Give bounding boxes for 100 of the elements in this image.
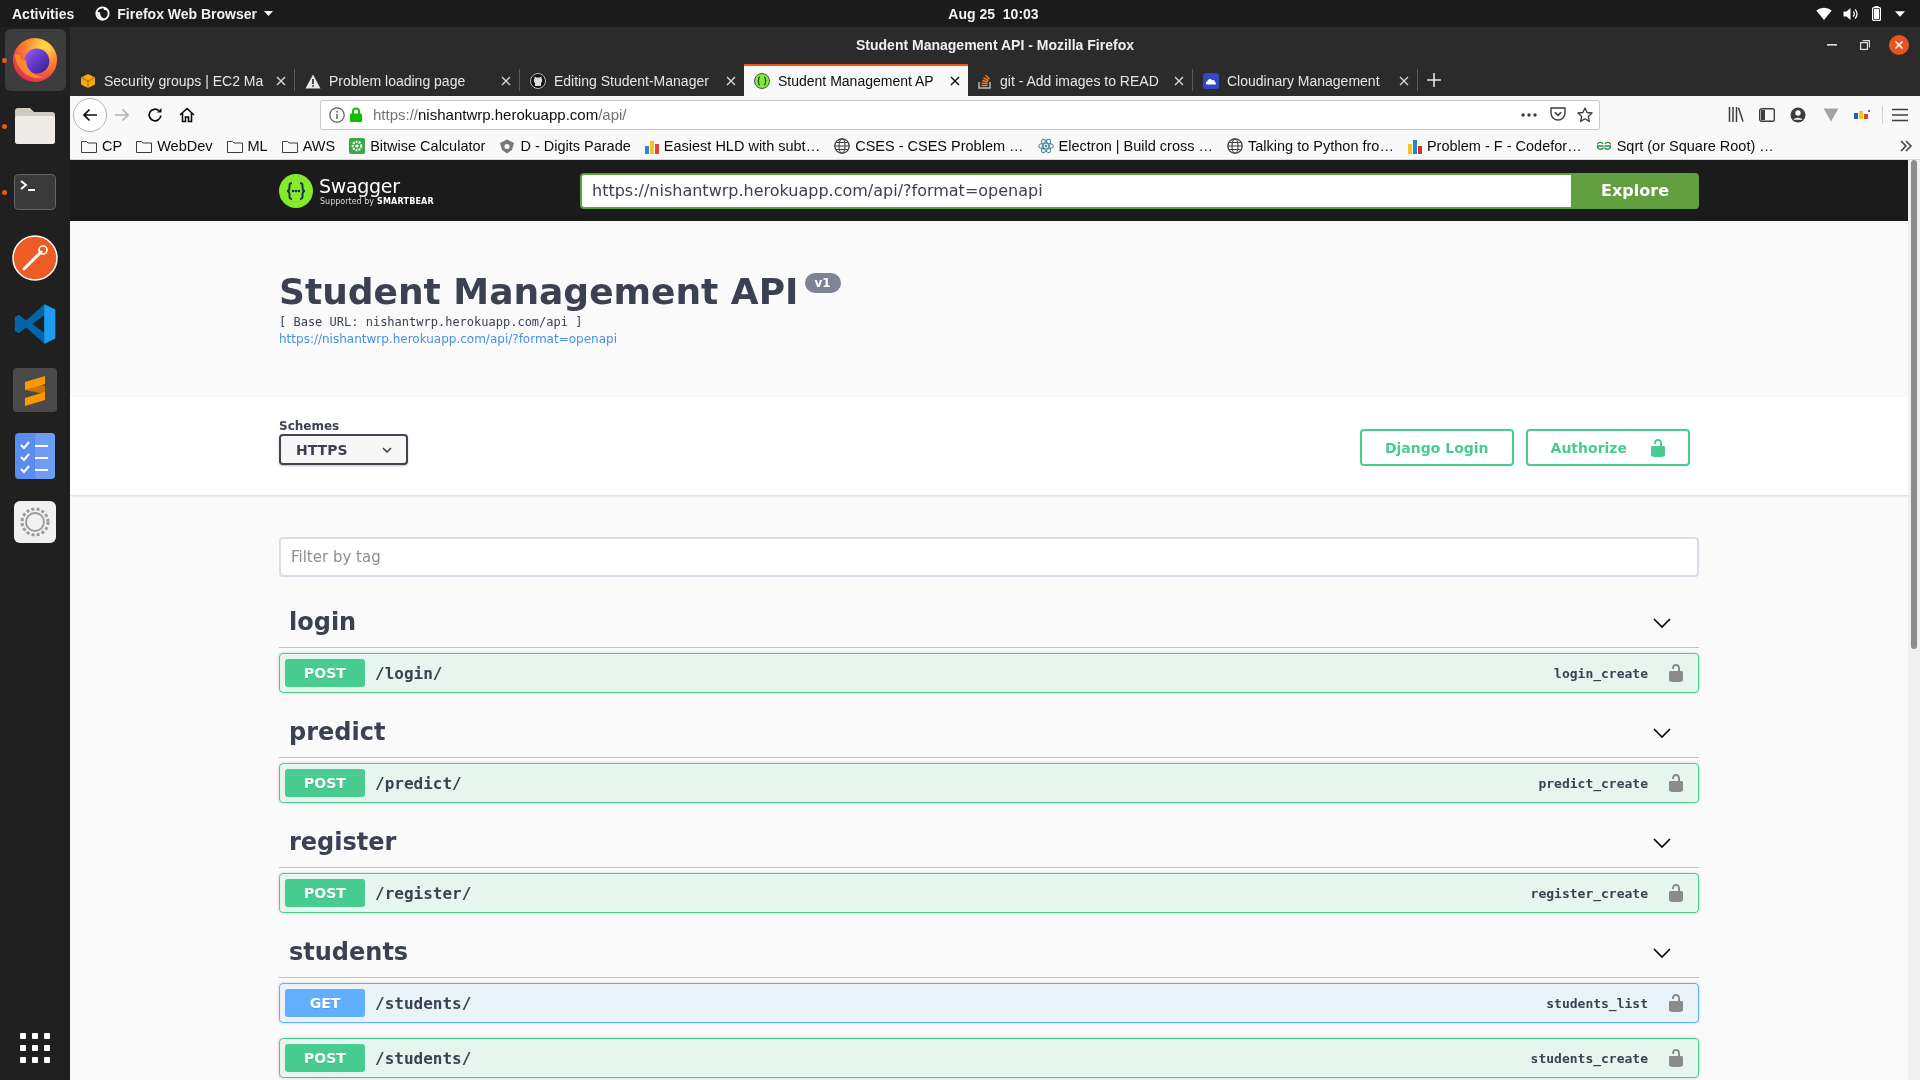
battery-icon[interactable]	[1872, 6, 1881, 21]
more-icon[interactable]	[1521, 112, 1537, 117]
operation-path: /students/	[374, 993, 473, 1013]
chevron-down-icon[interactable]	[1653, 727, 1671, 738]
chevron-down-icon[interactable]	[1653, 947, 1671, 958]
caret-icon	[264, 11, 274, 16]
color-bars-icon[interactable]	[1854, 109, 1870, 120]
browser-tab[interactable]: Editing Student-Manager	[520, 64, 744, 96]
bookmark-folder[interactable]: CP	[81, 138, 123, 154]
unlocked-padlock-icon[interactable]	[1669, 664, 1683, 682]
volume-icon[interactable]	[1843, 6, 1859, 21]
browser-tab[interactable]: Problem loading page	[295, 64, 519, 96]
method-badge: POST	[285, 769, 365, 797]
schemes-select[interactable]: HTTPS	[279, 434, 408, 465]
bookmark-item[interactable]: Problem - F - Codefor…	[1407, 138, 1582, 154]
ribbon-icon	[13, 302, 57, 346]
browser-tab[interactable]: git - Add images to READ	[968, 64, 1192, 96]
info-icon[interactable]	[329, 106, 345, 123]
atom-icon	[1037, 138, 1054, 154]
cat-circle-icon	[530, 73, 546, 89]
home-icon[interactable]	[179, 106, 195, 123]
folder-icon	[81, 139, 97, 153]
operation-row[interactable]: POST /students/ students_create	[279, 1038, 1699, 1078]
sidebar-icon[interactable]	[1759, 107, 1775, 122]
operation-row[interactable]: POST /predict/ predict_create	[279, 763, 1699, 803]
browser-tab[interactable]: Student Management AP	[744, 64, 968, 96]
method-badge: POST	[285, 879, 365, 907]
unlocked-padlock-icon[interactable]	[1669, 994, 1683, 1012]
chevron-down-icon[interactable]	[1653, 837, 1671, 848]
spec-url-field[interactable]: https://nishantwrp.herokuapp.com/api/?format=openapi	[580, 172, 1572, 209]
star-icon[interactable]	[1577, 106, 1593, 123]
bookmark-item[interactable]: Electron | Build cross …	[1037, 138, 1214, 154]
tag-title[interactable]: register	[289, 828, 397, 857]
unlocked-padlock-icon[interactable]	[1669, 1049, 1683, 1067]
operation-row[interactable]: POST /login/ login_create	[279, 653, 1699, 693]
unlocked-padlock-icon[interactable]	[1669, 884, 1683, 902]
browser-tab[interactable]: Cloudinary Management	[1193, 64, 1417, 96]
settings-icon	[14, 501, 56, 543]
chevron-down-icon	[382, 446, 392, 453]
method-badge: POST	[285, 1044, 365, 1072]
bookmark-folder[interactable]: ML	[226, 138, 268, 154]
close-icon[interactable]	[1889, 34, 1909, 55]
cloud-icon	[1203, 73, 1219, 89]
caret-icon[interactable]	[1895, 10, 1905, 17]
bookmark-folder[interactable]: WebDev	[136, 138, 213, 154]
operation-row[interactable]: POST /register/ register_create	[279, 873, 1699, 913]
wifi-icon[interactable]	[1816, 7, 1832, 20]
unlocked-padlock-icon[interactable]	[1669, 774, 1683, 792]
operation-id: students_list	[1546, 995, 1648, 1011]
tag-title[interactable]: students	[289, 938, 409, 967]
pen-disc-icon	[12, 235, 58, 281]
loops-icon	[1595, 141, 1612, 151]
bookmark-item[interactable]: Talking to Python fro…	[1227, 138, 1394, 154]
stripes-tile-icon	[13, 368, 57, 412]
unlocked-padlock-icon	[1651, 438, 1665, 457]
operation-id: predict_create	[1538, 775, 1648, 791]
operation-id: students_create	[1530, 1050, 1648, 1066]
bookmark-item[interactable]: D - Digits Parade	[499, 138, 631, 154]
terminal-icon	[14, 174, 56, 210]
tag-title[interactable]: predict	[289, 718, 386, 747]
close-icon[interactable]	[950, 76, 960, 86]
maximize-icon[interactable]	[1860, 39, 1870, 50]
braces-disc-icon	[279, 173, 313, 208]
library-icon[interactable]	[1728, 107, 1744, 122]
account-icon[interactable]	[1790, 106, 1806, 123]
app-menu-button[interactable]: Firefox Web Browser	[95, 5, 274, 22]
lock-icon[interactable]	[350, 107, 362, 122]
address-field[interactable]: https://nishantwrp.herokuapp.com/api/	[320, 99, 1600, 130]
bookmark-folder[interactable]: AWS	[281, 138, 336, 154]
menu-icon[interactable]	[1892, 107, 1908, 122]
bar-chart-icon	[644, 138, 659, 154]
plus-icon[interactable]	[1427, 73, 1441, 87]
bookmark-item[interactable]: Sqrt (or Square Root) …	[1595, 138, 1774, 154]
activities-button[interactable]: Activities	[12, 5, 75, 22]
filter-field[interactable]: Filter by tag	[279, 537, 1699, 577]
stack-tray-icon	[978, 73, 992, 89]
folder-icon	[13, 107, 57, 145]
scrollbar-thumb[interactable]	[1911, 160, 1917, 649]
bookmark-item[interactable]: Bitwise Calculator	[349, 138, 486, 154]
operation-path: /students/	[374, 1048, 473, 1068]
globe-icon	[1227, 138, 1244, 154]
minimize-icon[interactable]	[1827, 43, 1837, 46]
bookmark-item[interactable]: Easiest HLD with subt…	[644, 138, 821, 154]
chevron-down-icon[interactable]	[1653, 617, 1671, 628]
schemes-label: Schemes	[279, 419, 340, 433]
operation-id: register_create	[1530, 885, 1648, 901]
reload-icon[interactable]	[147, 106, 163, 123]
browser-tab[interactable]: Security groups | EC2 Ma	[70, 64, 294, 96]
app-grid-icon[interactable]	[20, 1033, 50, 1063]
operation-path: /register/	[374, 883, 473, 903]
double-chevron-icon[interactable]	[1900, 140, 1912, 152]
operation-path: /predict/	[374, 773, 463, 793]
chevron-shield-icon[interactable]	[1550, 107, 1566, 122]
clock[interactable]: Aug 25 10:03	[948, 5, 1039, 22]
dock-item[interactable]	[4, 29, 66, 91]
gear-icon	[349, 138, 366, 154]
folder-icon	[226, 139, 243, 153]
tag-title[interactable]: login	[289, 608, 357, 637]
back-button[interactable]	[73, 97, 107, 132]
bookmark-item[interactable]: CSES - CSES Problem …	[834, 138, 1024, 154]
